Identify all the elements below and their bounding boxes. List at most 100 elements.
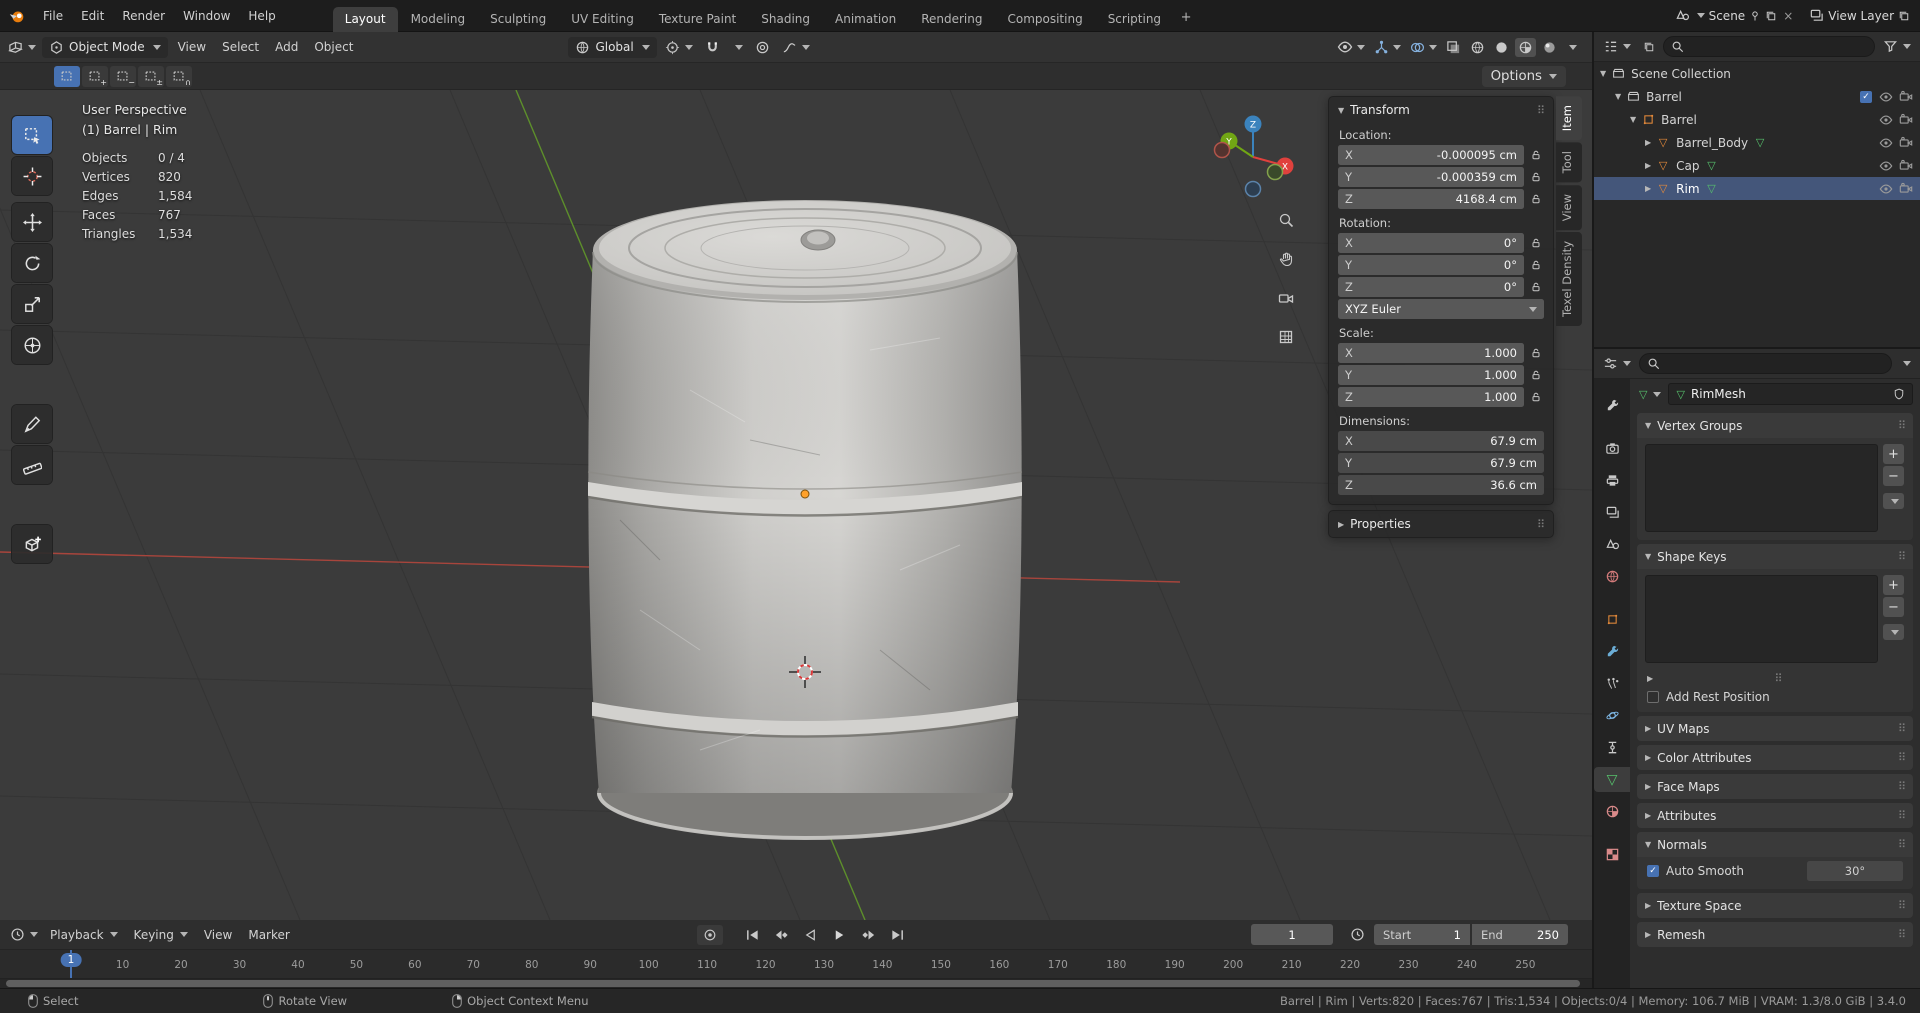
lock-icon[interactable]	[1528, 193, 1544, 205]
menu-window[interactable]: Window	[174, 0, 239, 32]
tool-cursor[interactable]	[12, 157, 52, 195]
auto-smooth-angle-field[interactable]: 30°	[1807, 861, 1903, 881]
timeline-menu-view[interactable]: View	[196, 920, 240, 950]
eye-icon[interactable]	[1878, 113, 1894, 127]
vertex-groups-header[interactable]: ▼ Vertex Groups ⠿	[1637, 413, 1913, 438]
frame-tick-120[interactable]: 120	[756, 959, 776, 971]
properties-tab-object[interactable]	[1595, 607, 1629, 632]
remove-vertex-group-button[interactable]: −	[1883, 466, 1904, 486]
properties-panel-header[interactable]: ▶ Properties ⠿	[1329, 511, 1553, 537]
panel-grip-icon[interactable]: ⠿	[1537, 104, 1545, 117]
frame-tick-160[interactable]: 160	[989, 959, 1009, 971]
frame-tick-50[interactable]: 50	[350, 959, 363, 971]
unlink-scene-icon[interactable]: ×	[1781, 9, 1795, 23]
attributes-header[interactable]: ▶ Attributes ⠿	[1637, 803, 1913, 828]
shading-dropdown-icon[interactable]	[1563, 43, 1580, 52]
select-mode-new-icon[interactable]	[54, 65, 80, 87]
timeline-editor-type-button[interactable]	[6, 925, 42, 944]
timeline-menu-marker[interactable]: Marker	[240, 920, 297, 950]
properties-tab-view-layer[interactable]	[1595, 500, 1629, 525]
viewport-menu-select[interactable]: Select	[214, 32, 267, 63]
disclosure-icon[interactable]: ▼	[1600, 69, 1606, 78]
location-x-field[interactable]: X -0.000095 cm	[1338, 145, 1524, 165]
outliner-row-mesh-rim[interactable]: ▶ ▽ Rim ▽	[1594, 177, 1920, 200]
shading-rendered-icon[interactable]	[1539, 38, 1560, 57]
texture-space-header[interactable]: ▶ Texture Space ⠿	[1637, 893, 1913, 918]
frame-tick-30[interactable]: 30	[233, 959, 246, 971]
remove-shape-key-button[interactable]: −	[1883, 597, 1904, 617]
overlays-icon[interactable]	[1407, 38, 1440, 57]
timeline-menu-keying[interactable]: Keying	[126, 920, 196, 950]
frame-tick-190[interactable]: 190	[1165, 959, 1185, 971]
disclosure-icon[interactable]: ▶	[1645, 161, 1651, 170]
properties-tab-tool[interactable]	[1595, 393, 1629, 418]
workspace-tab-layout[interactable]: Layout	[332, 6, 398, 32]
scale-z-field[interactable]: Z 1.000	[1338, 387, 1524, 407]
snap-magnet-button[interactable]	[701, 38, 724, 57]
outliner-search[interactable]	[1663, 36, 1875, 57]
lock-icon[interactable]	[1528, 259, 1544, 271]
workspace-tab-modeling[interactable]: Modeling	[399, 7, 478, 32]
add-vertex-group-button[interactable]: +	[1883, 444, 1904, 464]
workspace-tab-sculpting[interactable]: Sculpting	[478, 7, 558, 32]
remesh-header[interactable]: ▶ Remesh ⠿	[1637, 922, 1913, 947]
pin-icon[interactable]	[1749, 10, 1761, 22]
tool-measure[interactable]	[12, 446, 52, 484]
workspace-tab-rendering[interactable]: Rendering	[909, 7, 994, 32]
lock-icon[interactable]	[1528, 347, 1544, 359]
frame-tick-230[interactable]: 230	[1398, 959, 1418, 971]
tool-annotate[interactable]	[12, 405, 52, 443]
outliner-editor-type-button[interactable]	[1599, 37, 1635, 56]
frame-tick-80[interactable]: 80	[525, 959, 538, 971]
outliner-search-input[interactable]	[1688, 39, 1867, 54]
frame-tick-20[interactable]: 20	[174, 959, 187, 971]
properties-tab-particles[interactable]	[1595, 671, 1629, 696]
add-workspace-button[interactable]: +	[1174, 6, 1198, 31]
camera-icon[interactable]	[1898, 136, 1914, 150]
scrollbar-thumb[interactable]	[6, 980, 1580, 987]
rotation-y-field[interactable]: Y 0°	[1338, 255, 1524, 275]
add-rest-position-checkbox[interactable]: ✓	[1647, 691, 1659, 703]
frame-tick-60[interactable]: 60	[408, 959, 421, 971]
zoom-button[interactable]	[1272, 206, 1300, 234]
playhead[interactable]: 1	[60, 950, 82, 978]
outliner-row-mesh-barrel-body[interactable]: ▶ ▽ Barrel_Body ▽	[1594, 131, 1920, 154]
menu-help[interactable]: Help	[239, 0, 284, 32]
workspace-tab-uv-editing[interactable]: UV Editing	[559, 7, 646, 32]
sidebar-tab-texel-density[interactable]: Texel Density	[1556, 231, 1582, 326]
properties-tab-render[interactable]	[1595, 436, 1629, 461]
properties-tab-constraints[interactable]	[1595, 735, 1629, 760]
proportional-editing-button[interactable]	[751, 38, 774, 57]
select-mode-intersect-icon[interactable]: ∩	[166, 65, 192, 87]
location-y-field[interactable]: Y -0.000359 cm	[1338, 167, 1524, 187]
options-button[interactable]: Options	[1481, 65, 1566, 87]
lock-icon[interactable]	[1528, 391, 1544, 403]
dimension-x-field[interactable]: X 67.9 cm	[1338, 431, 1544, 451]
sidebar-tab-item[interactable]: Item	[1556, 96, 1582, 141]
mesh-data-chip[interactable]: ▽	[1637, 387, 1663, 402]
properties-tab-output[interactable]	[1595, 468, 1629, 493]
tool-move[interactable]	[12, 203, 52, 241]
outliner-display-mode-button[interactable]	[1639, 39, 1659, 55]
sidebar-tab-tool[interactable]: Tool	[1556, 142, 1582, 183]
shading-solid-icon[interactable]	[1491, 38, 1512, 57]
select-mode-subtract-icon[interactable]: −	[110, 65, 136, 87]
next-keyframe-button[interactable]	[856, 925, 882, 945]
menu-file[interactable]: File	[34, 0, 72, 32]
vertex-group-specials-button[interactable]	[1883, 493, 1904, 509]
workspace-tab-texture-paint[interactable]: Texture Paint	[647, 7, 748, 32]
vertex-groups-list[interactable]	[1645, 444, 1878, 532]
scale-x-field[interactable]: X 1.000	[1338, 343, 1524, 363]
properties-editor-type-button[interactable]	[1599, 354, 1635, 373]
frame-tick-210[interactable]: 210	[1282, 959, 1302, 971]
eye-icon[interactable]	[1878, 90, 1894, 104]
pan-button[interactable]	[1272, 245, 1300, 273]
gizmos-icon[interactable]	[1371, 38, 1404, 57]
properties-search-input[interactable]	[1664, 356, 1884, 371]
dimension-y-field[interactable]: Y 67.9 cm	[1338, 453, 1544, 473]
face-maps-header[interactable]: ▶ Face Maps ⠿	[1637, 774, 1913, 799]
timeline-scrollbar[interactable]	[0, 979, 1592, 988]
frame-start-field[interactable]: Start 1	[1374, 924, 1470, 945]
tool-add-cube[interactable]	[12, 525, 52, 563]
mode-dropdown[interactable]: Object Mode	[42, 36, 168, 58]
